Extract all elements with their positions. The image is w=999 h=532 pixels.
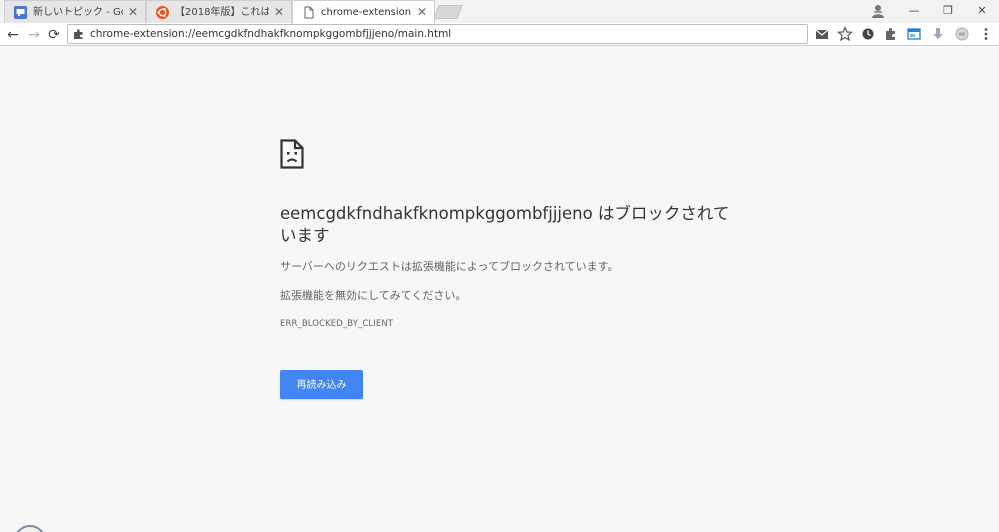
address-bar[interactable]: chrome-extension://eemcgdkfndhakfknompkg… (67, 24, 808, 44)
adblock-icon[interactable] (954, 26, 970, 42)
tab-2018-article[interactable]: 【2018年版】これは便利！2 ✕ (146, 0, 292, 23)
tab-chrome-extension[interactable]: chrome-extension://eem ✕ (292, 0, 435, 24)
back-button[interactable]: ← (4, 26, 22, 44)
close-icon[interactable]: ✕ (272, 5, 286, 19)
close-icon[interactable]: ✕ (415, 5, 429, 19)
error-heading: eemcgdkfndhakfknompkggombfjjjeno はブロックされ… (280, 204, 730, 245)
forward-button[interactable]: → (25, 26, 43, 44)
bookmark-star-icon[interactable] (837, 26, 853, 42)
minimize-button[interactable]: — (897, 0, 931, 23)
tab-title: 【2018年版】これは便利！2 (175, 7, 269, 18)
reload-page-button[interactable]: 再読み込み (280, 370, 363, 399)
close-icon[interactable]: ✕ (126, 5, 140, 19)
restore-button[interactable]: ❐ (931, 0, 965, 23)
download-arrow-icon[interactable] (930, 26, 946, 42)
error-message: サーバーへのリクエストは拡張機能によってブロックされています。 (280, 260, 619, 273)
tab-title: chrome-extension://eem (321, 7, 412, 18)
menu-dots-icon[interactable] (978, 26, 994, 42)
error-page: eemcgdkfndhakfknompkggombfjjjeno はブロックされ… (0, 46, 999, 532)
error-suggestion: 拡張機能を無効にしてみてください。 (280, 289, 467, 302)
toolbar: ← → ⟳ chrome-extension://eemcgdkfndhakfk… (0, 23, 999, 46)
google-groups-icon (14, 6, 27, 19)
tab-google-groups[interactable]: 新しいトピック - Google Chr ✕ (4, 0, 146, 23)
history-clock-icon[interactable] (860, 26, 876, 42)
new-tab-button[interactable] (433, 5, 463, 19)
screen-capture-icon[interactable] (906, 26, 922, 42)
page-icon (304, 6, 314, 19)
window-controls: — ❐ ✕ (897, 0, 999, 23)
url-text: chrome-extension://eemcgdkfndhakfknompkg… (90, 28, 452, 40)
ubuntu-icon (156, 6, 169, 19)
mail-icon[interactable] (814, 26, 830, 42)
tab-title: 新しいトピック - Google Chr (33, 7, 123, 18)
profile-icon[interactable] (870, 3, 886, 19)
browser-window: 新しいトピック - Google Chr ✕ 【2018年版】これは便利！2 ✕… (0, 0, 999, 532)
extension-icon[interactable] (883, 26, 899, 42)
error-code: ERR_BLOCKED_BY_CLIENT (280, 319, 394, 329)
close-window-button[interactable]: ✕ (965, 0, 999, 23)
reload-button[interactable]: ⟳ (45, 26, 63, 44)
sad-page-icon (280, 139, 304, 169)
avatar (14, 525, 46, 532)
extension-puzzle-icon (74, 29, 83, 39)
tab-strip: 新しいトピック - Google Chr ✕ 【2018年版】これは便利！2 ✕… (0, 0, 999, 24)
